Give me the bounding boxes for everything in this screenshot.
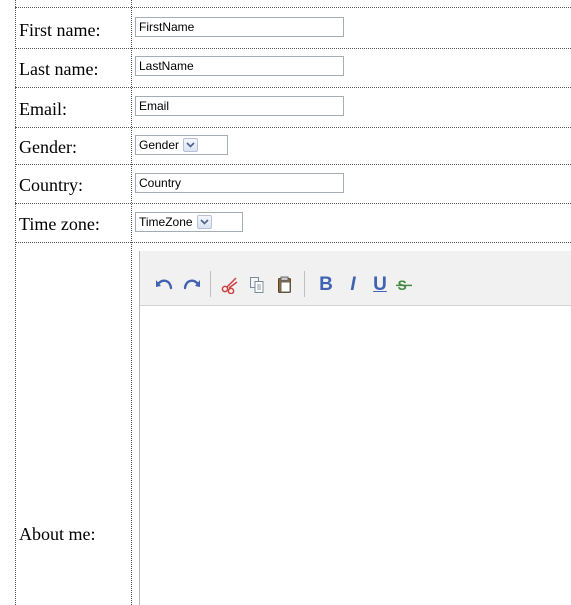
timezone-label: Time zone: xyxy=(19,214,100,234)
gender-select-value: Gender xyxy=(139,138,180,152)
italic-glyph: I xyxy=(350,274,356,295)
last-name-label: Last name: xyxy=(19,59,99,79)
grid-left-border xyxy=(15,0,16,605)
chevron-down-icon[interactable] xyxy=(183,138,199,152)
grid-row-line xyxy=(15,203,571,204)
about-me-editor[interactable]: B I U S xyxy=(139,251,571,605)
grid-row-line xyxy=(15,127,571,128)
last-name-field[interactable]: LastName xyxy=(135,56,344,76)
chevron-down-icon[interactable] xyxy=(196,215,212,229)
email-label: Email: xyxy=(19,99,67,119)
italic-icon[interactable]: I xyxy=(342,274,364,296)
copy-icon[interactable] xyxy=(246,274,268,296)
country-field[interactable]: Country xyxy=(135,173,344,193)
grid-row-line xyxy=(15,7,571,8)
underline-icon[interactable]: U xyxy=(369,274,391,296)
bold-icon[interactable]: B xyxy=(315,274,337,296)
redo-icon[interactable] xyxy=(181,274,203,296)
grid-row-line xyxy=(15,242,571,243)
paste-icon[interactable] xyxy=(274,274,296,296)
cut-icon[interactable] xyxy=(219,274,241,296)
toolbar-separator xyxy=(210,271,211,297)
bold-glyph: B xyxy=(319,274,333,295)
country-label: Country: xyxy=(19,175,84,195)
gender-label: Gender: xyxy=(19,137,77,157)
editor-toolbar: B I U S xyxy=(140,251,571,306)
timezone-select-value: TimeZone xyxy=(139,215,193,229)
gender-select[interactable]: Gender xyxy=(135,135,228,155)
grid-row-line xyxy=(15,48,571,49)
timezone-select[interactable]: TimeZone xyxy=(135,212,243,232)
first-name-label: First name: xyxy=(19,20,101,40)
about-me-label: About me: xyxy=(19,524,96,544)
underline-glyph: U xyxy=(373,274,387,295)
first-name-field[interactable]: FirstName xyxy=(135,17,344,37)
grid-column-divider xyxy=(131,0,132,605)
toolbar-separator xyxy=(304,271,305,297)
undo-icon[interactable] xyxy=(153,274,175,296)
email-field[interactable]: Email xyxy=(135,96,344,116)
grid-row-line xyxy=(15,87,571,88)
editor-content-area[interactable] xyxy=(140,306,571,605)
grid-row-line xyxy=(15,164,571,165)
strikethrough-icon[interactable]: S xyxy=(396,274,412,296)
